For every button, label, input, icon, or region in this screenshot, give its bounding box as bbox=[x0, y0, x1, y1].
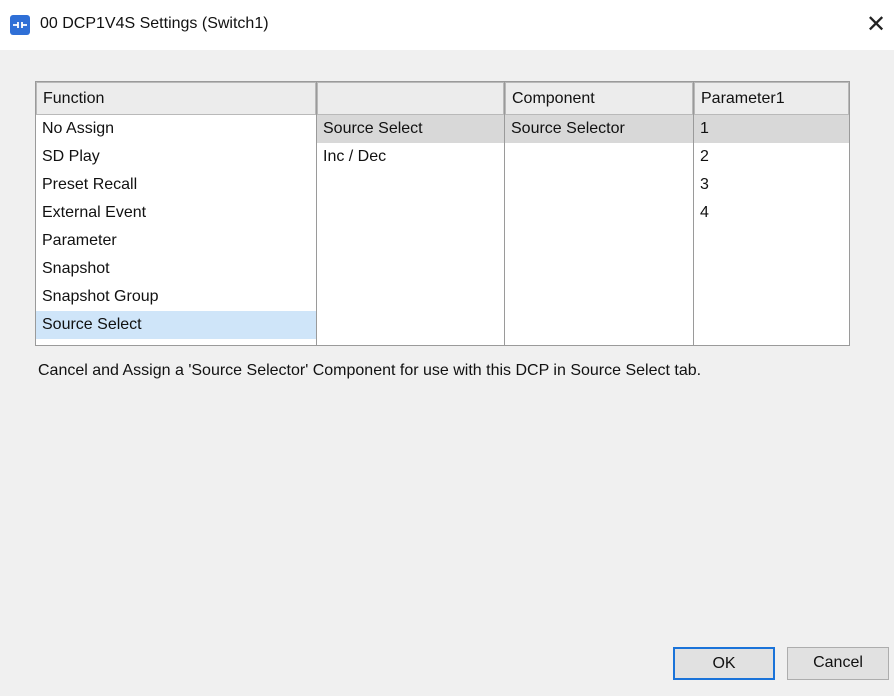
function-item[interactable]: SD Play bbox=[36, 143, 316, 171]
parameter1-column: Parameter1 1234 bbox=[694, 82, 849, 345]
component-column: Component Source Selector bbox=[505, 82, 694, 345]
function-list: No Assign SD Play Preset Recall External Ev… bbox=[36, 115, 316, 339]
function-item[interactable]: External Event bbox=[36, 199, 316, 227]
window-title: 00 DCP1V4S Settings (Switch1) bbox=[40, 15, 269, 32]
sub-function-item[interactable]: Source Select bbox=[317, 115, 504, 143]
function-column: Function No Assign SD Play Preset Recall Ex… bbox=[36, 82, 317, 345]
assignment-table: Function No Assign SD Play Preset Recall Ex… bbox=[35, 81, 850, 346]
ok-button[interactable]: OK bbox=[673, 647, 775, 680]
cancel-button[interactable]: Cancel bbox=[787, 647, 889, 680]
component-list: Source Selector bbox=[505, 115, 693, 143]
function-item[interactable]: Snapshot Group bbox=[36, 283, 316, 311]
parameter-item[interactable]: 1 bbox=[694, 115, 849, 143]
function-item[interactable]: Preset Recall bbox=[36, 171, 316, 199]
function-item[interactable]: Source Select bbox=[36, 311, 316, 339]
close-icon[interactable]: ✕ bbox=[858, 8, 894, 42]
parameter1-header[interactable]: Parameter1 bbox=[694, 82, 849, 115]
function-header[interactable]: Function bbox=[36, 82, 316, 115]
title-bar: 00 DCP1V4S Settings (Switch1) ✕ bbox=[0, 0, 894, 50]
parameter-item[interactable]: 3 bbox=[694, 171, 849, 199]
sub-function-header[interactable] bbox=[317, 82, 504, 115]
function-item[interactable]: No Assign bbox=[36, 115, 316, 143]
function-item[interactable]: Snapshot bbox=[36, 255, 316, 283]
component-header[interactable]: Component bbox=[505, 82, 693, 115]
parameter-list: 1234 bbox=[694, 115, 849, 227]
sub-function-item[interactable]: Inc / Dec bbox=[317, 143, 504, 171]
component-item[interactable]: Source Selector bbox=[505, 115, 693, 143]
parameter-item[interactable]: 2 bbox=[694, 143, 849, 171]
parameter-item[interactable]: 4 bbox=[694, 199, 849, 227]
sub-function-column: Source Select Inc / Dec bbox=[317, 82, 505, 345]
description-text: Cancel and Assign a 'Source Selector' Co… bbox=[38, 362, 702, 379]
function-item[interactable]: Parameter bbox=[36, 227, 316, 255]
sub-function-list: Source Select Inc / Dec bbox=[317, 115, 504, 171]
network-device-icon bbox=[10, 15, 30, 35]
